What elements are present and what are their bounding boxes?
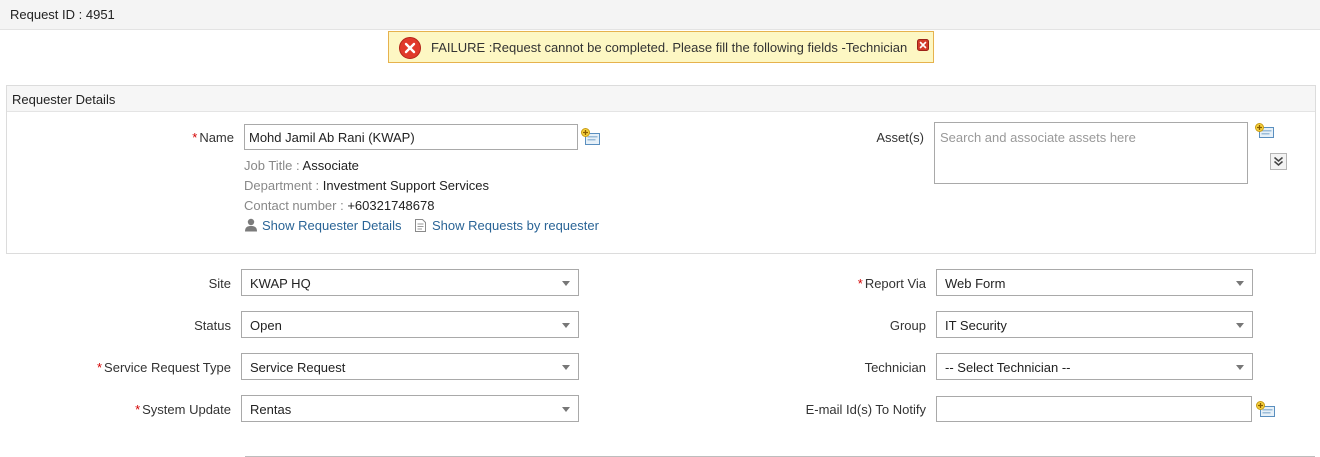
chevron-down-icon xyxy=(1236,281,1244,286)
failure-message: FAILURE :Request cannot be completed. Pl… xyxy=(431,40,908,55)
email-notify-input[interactable] xyxy=(936,396,1252,422)
technician-label: Technician xyxy=(864,360,926,375)
panel-header: Requester Details xyxy=(7,86,1315,112)
system-update-value: Rentas xyxy=(250,402,292,417)
user-icon xyxy=(245,218,257,232)
email-lookup-icon[interactable] xyxy=(1256,401,1276,418)
group-label: Group xyxy=(889,318,926,333)
show-requester-details-link[interactable]: Show Requester Details xyxy=(262,218,401,233)
request-id-title: Request ID : 4951 xyxy=(10,7,115,22)
group-value: IT Security xyxy=(945,318,1007,333)
show-requests-by-requester-link[interactable]: Show Requests by requester xyxy=(432,218,599,233)
chevron-down-icon xyxy=(562,365,570,370)
failure-alert: FAILURE :Request cannot be completed. Pl… xyxy=(388,31,934,63)
service-request-type-select[interactable]: Service Request xyxy=(241,353,579,380)
group-select[interactable]: IT Security xyxy=(936,311,1253,338)
contact-value: +60321748678 xyxy=(347,198,435,213)
technician-value: -- Select Technician -- xyxy=(945,360,1071,375)
site-label: Site xyxy=(208,276,231,291)
status-label: Status xyxy=(194,318,231,333)
required-marker: * xyxy=(135,402,141,417)
requester-lookup-icon[interactable] xyxy=(581,128,601,146)
required-marker: * xyxy=(857,276,863,291)
requester-name-input[interactable] xyxy=(244,124,578,150)
site-select[interactable]: KWAP HQ xyxy=(241,269,579,296)
expand-double-chevron-icon[interactable] xyxy=(1270,153,1287,170)
report-via-select[interactable]: Web Form xyxy=(936,269,1253,296)
department-value: Investment Support Services xyxy=(322,178,489,193)
email-notify-label: E-mail Id(s) To Notify xyxy=(805,402,926,417)
error-circle-icon xyxy=(399,37,421,59)
document-icon xyxy=(415,219,426,232)
system-update-label: * System Update xyxy=(135,402,231,417)
technician-select[interactable]: -- Select Technician -- xyxy=(936,353,1253,380)
status-select[interactable]: Open xyxy=(241,311,579,338)
assets-label: Asset(s) xyxy=(876,130,924,145)
job-title-value: Associate xyxy=(302,158,359,173)
chevron-down-icon xyxy=(562,281,570,286)
close-icon[interactable] xyxy=(917,39,929,51)
department-line: Department : Investment Support Services xyxy=(244,178,489,193)
name-label: * Name xyxy=(192,130,234,145)
panel-title: Requester Details xyxy=(12,92,116,107)
status-value: Open xyxy=(250,318,282,333)
report-via-label: * Report Via xyxy=(857,276,926,291)
assets-search-input[interactable] xyxy=(934,122,1248,184)
service-request-type-label: * Service Request Type xyxy=(96,360,231,375)
system-update-select[interactable]: Rentas xyxy=(241,395,579,422)
add-asset-icon[interactable] xyxy=(1255,123,1275,139)
required-marker: * xyxy=(192,130,198,145)
chevron-down-icon xyxy=(562,407,570,412)
contact-line: Contact number : +60321748678 xyxy=(244,198,435,213)
chevron-down-icon xyxy=(562,323,570,328)
page-header: Request ID : 4951 xyxy=(0,0,1320,30)
chevron-down-icon xyxy=(1236,365,1244,370)
service-request-type-value: Service Request xyxy=(250,360,346,375)
report-via-value: Web Form xyxy=(945,276,1006,291)
required-marker: * xyxy=(96,360,103,375)
job-title-line: Job Title : Associate xyxy=(244,158,359,173)
chevron-down-icon xyxy=(1236,323,1244,328)
site-value: KWAP HQ xyxy=(250,276,311,291)
